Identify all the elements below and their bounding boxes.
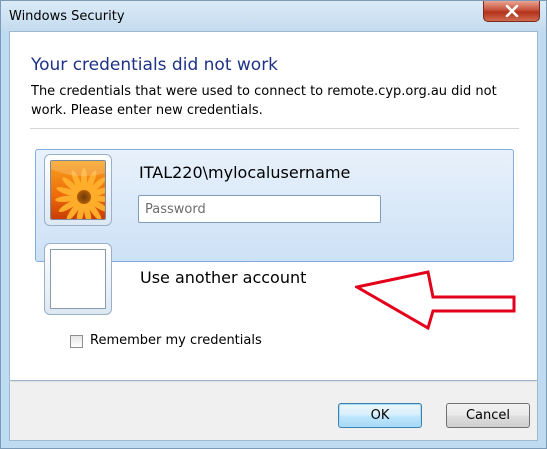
separator [30, 128, 519, 129]
red-arrow-annotation [355, 270, 516, 331]
account-username: ITAL220\mylocalusername [139, 163, 351, 182]
dialog-heading: Your credentials did not work [31, 55, 279, 75]
password-field[interactable] [138, 195, 381, 223]
credential-dialog: Windows Security Your credentials did no… [0, 0, 547, 449]
cancel-button[interactable]: Cancel [446, 403, 530, 428]
ok-button[interactable]: OK [338, 403, 422, 428]
dialog-message: The credentials that were used to connec… [31, 84, 497, 118]
title-bar[interactable]: Windows Security [1, 1, 546, 31]
remember-checkbox[interactable] [70, 335, 83, 348]
close-button[interactable] [483, 1, 540, 22]
window-title: Windows Security [9, 9, 125, 24]
user-picture-frame [44, 154, 112, 226]
close-icon [505, 5, 519, 17]
button-bar: OK Cancel [9, 381, 538, 441]
other-account-label[interactable]: Use another account [140, 268, 306, 287]
remember-label: Remember my credentials [90, 333, 262, 348]
blank-user-picture [50, 249, 106, 309]
dialog-content: Your credentials did not work The creden… [9, 31, 538, 381]
flower-user-picture [50, 160, 106, 220]
other-account-tile[interactable] [44, 243, 112, 315]
